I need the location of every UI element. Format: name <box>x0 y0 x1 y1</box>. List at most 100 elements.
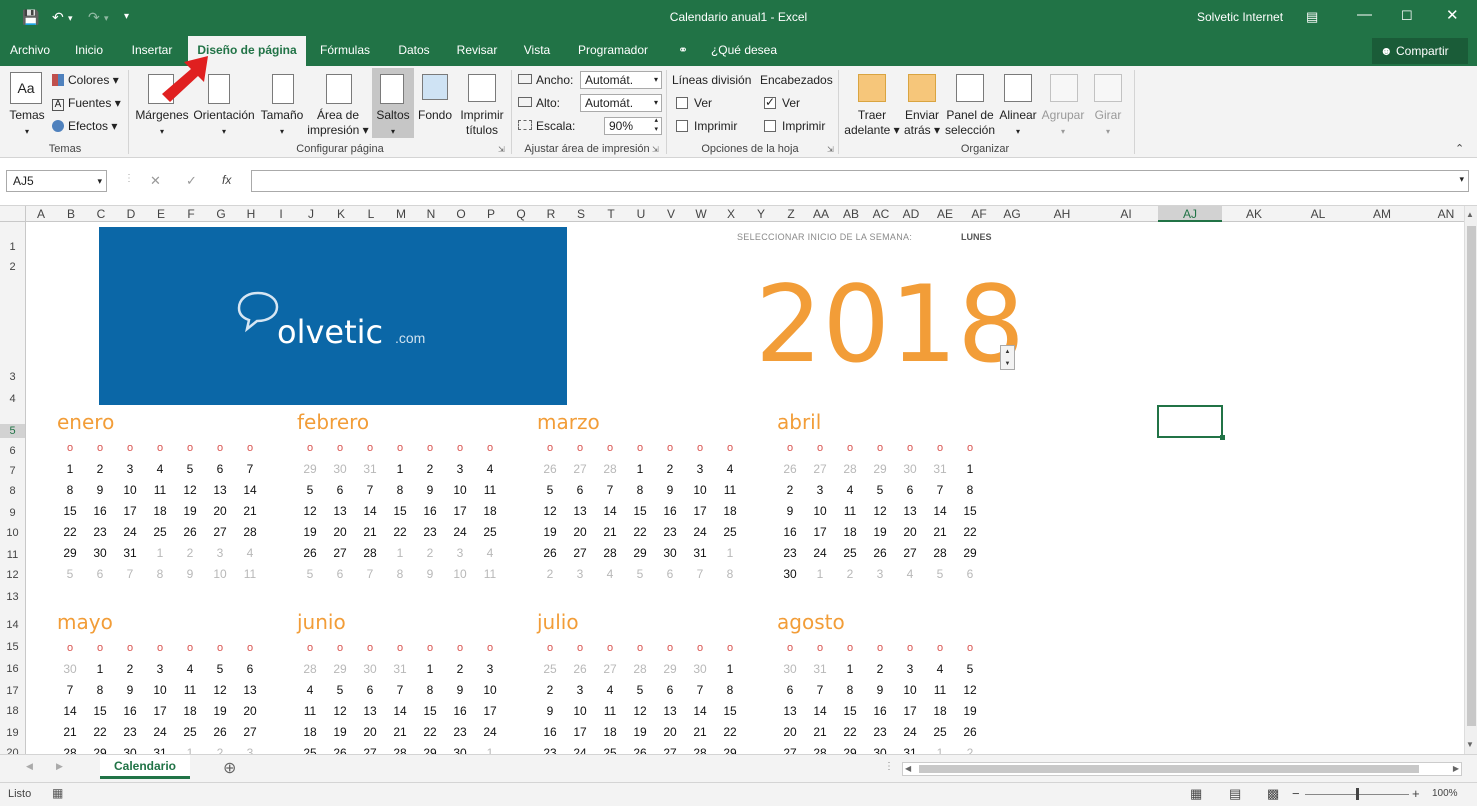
tab-vista[interactable]: Vista <box>516 36 558 66</box>
macro-record-icon[interactable]: ▦ <box>52 786 63 800</box>
zoom-slider-thumb[interactable] <box>1356 788 1359 800</box>
insert-function-icon[interactable]: fx <box>222 173 231 187</box>
column-header[interactable]: E <box>146 206 176 222</box>
horizontal-scroll-thumb[interactable] <box>919 765 1419 773</box>
column-header[interactable]: Q <box>506 206 536 222</box>
add-sheet-icon[interactable]: ⊕ <box>223 758 236 778</box>
worksheet-grid[interactable]: olvetic .com SELECCIONAR INICIO DE LA SE… <box>27 222 1464 754</box>
ribbon-display-icon[interactable]: ▤ <box>1306 9 1318 25</box>
scroll-up-icon[interactable]: ▲ <box>1466 210 1474 219</box>
page-layout-view-icon[interactable]: ▤ <box>1229 786 1241 802</box>
row-header[interactable]: 1 <box>0 240 25 254</box>
gridlines-view-checkbox[interactable]: Ver <box>676 95 712 111</box>
group-button[interactable]: Agrupar ▾ <box>1038 108 1088 139</box>
column-header[interactable]: AL <box>1286 206 1350 222</box>
dialog-launcher-icon[interactable]: ⇲ <box>652 145 659 154</box>
column-header[interactable]: R <box>536 206 566 222</box>
column-header[interactable]: P <box>476 206 506 222</box>
expand-formula-icon[interactable]: ▾ <box>1459 174 1464 185</box>
size-button[interactable]: Tamaño ▾ <box>258 108 306 139</box>
stepper-arrows-icon[interactable]: ▴ ▾ <box>654 116 658 134</box>
column-header[interactable]: J <box>296 206 326 222</box>
sheet-tab-calendario[interactable]: Calendario <box>100 755 190 779</box>
column-header[interactable]: AJ <box>1158 206 1222 222</box>
column-header[interactable]: Z <box>776 206 806 222</box>
selection-pane-button[interactable]: Panel de selección <box>942 108 998 138</box>
scroll-down-icon[interactable]: ▼ <box>1466 740 1474 749</box>
zoom-in-icon[interactable]: + <box>1412 786 1420 801</box>
row-header[interactable]: 20 <box>0 746 25 754</box>
column-header[interactable]: I <box>266 206 296 222</box>
dialog-launcher-icon[interactable]: ⇲ <box>827 145 834 154</box>
column-header[interactable]: AG <box>994 206 1030 222</box>
height-select[interactable]: Automát. ▾ <box>580 94 662 112</box>
row-header[interactable]: 3 <box>0 370 25 384</box>
background-button[interactable]: Fondo <box>416 108 454 123</box>
year-spinner[interactable]: ▲ ▼ <box>1000 345 1015 370</box>
cancel-icon[interactable]: ✕ <box>150 173 161 189</box>
themes-button[interactable]: Temas ▾ <box>2 108 52 139</box>
column-header[interactable]: B <box>56 206 86 222</box>
week-start-value[interactable]: LUNES <box>961 232 992 242</box>
orientation-button[interactable]: Orientación ▾ <box>190 108 258 139</box>
column-header[interactable]: AM <box>1350 206 1414 222</box>
row-header[interactable]: 17 <box>0 684 25 698</box>
tab-inicio[interactable]: Inicio <box>66 36 112 66</box>
page-break-view-icon[interactable]: ▩ <box>1267 786 1279 802</box>
tell-me-search[interactable]: ¿Qué desea hacer? <box>692 36 796 86</box>
column-header[interactable]: AE <box>926 206 964 222</box>
margins-button[interactable]: Márgenes ▾ <box>132 108 192 139</box>
minimize-icon[interactable]: — <box>1357 6 1372 23</box>
enter-icon[interactable]: ✓ <box>186 173 197 189</box>
tab-datos[interactable]: Datos <box>390 36 438 66</box>
row-header[interactable]: 11 <box>0 548 25 562</box>
spin-down-icon[interactable]: ▼ <box>1005 361 1011 367</box>
name-box[interactable]: AJ5 ▾ <box>6 170 107 192</box>
column-header[interactable]: F <box>176 206 206 222</box>
row-header[interactable]: 14 <box>0 618 25 632</box>
column-header[interactable]: AK <box>1222 206 1286 222</box>
bring-forward-button[interactable]: Traer adelante ▾ <box>840 108 904 138</box>
column-header[interactable]: AD <box>896 206 926 222</box>
column-header[interactable]: G <box>206 206 236 222</box>
column-header[interactable]: AI <box>1094 206 1158 222</box>
vertical-scroll-thumb[interactable] <box>1467 226 1476 726</box>
column-header[interactable]: U <box>626 206 656 222</box>
column-header[interactable]: T <box>596 206 626 222</box>
tab-programador[interactable]: Programador <box>570 36 656 66</box>
share-button[interactable]: ☻ Compartir <box>1372 38 1468 64</box>
tab-archivo[interactable]: Archivo <box>0 36 60 66</box>
rotate-button[interactable]: Girar ▾ <box>1088 108 1128 139</box>
breaks-button[interactable]: Saltos ▾ <box>372 108 414 139</box>
zoom-level[interactable]: 100% <box>1432 788 1458 799</box>
row-header[interactable]: 9 <box>0 506 25 520</box>
row-header[interactable]: 13 <box>0 590 25 604</box>
horizontal-scrollbar[interactable]: ◀ ▶ <box>902 762 1462 776</box>
column-header[interactable]: AA <box>806 206 836 222</box>
row-header[interactable]: 10 <box>0 526 25 540</box>
row-header[interactable]: 2 <box>0 260 25 274</box>
row-header[interactable]: 4 <box>0 392 25 406</box>
scale-stepper[interactable]: 90% ▴ ▾ <box>604 117 662 135</box>
column-header[interactable]: H <box>236 206 266 222</box>
row-header[interactable]: 16 <box>0 662 25 676</box>
headings-print-checkbox[interactable]: Imprimir <box>764 118 825 134</box>
row-header[interactable]: 19 <box>0 726 25 740</box>
print-area-button[interactable]: Área de impresión ▾ <box>304 108 372 138</box>
account-name[interactable]: Solvetic Internet <box>1197 10 1283 24</box>
collapse-ribbon-icon[interactable]: ⌃ <box>1455 142 1464 155</box>
dialog-launcher-icon[interactable]: ⇲ <box>498 145 505 154</box>
normal-view-icon[interactable]: ▦ <box>1190 786 1202 802</box>
column-header[interactable]: N <box>416 206 446 222</box>
print-titles-button[interactable]: Imprimir títulos <box>456 108 508 138</box>
colors-button[interactable]: Colores ▾ <box>52 72 119 88</box>
row-header[interactable]: 18 <box>0 704 25 718</box>
scroll-right-icon[interactable]: ▶ <box>1453 764 1459 773</box>
fonts-button[interactable]: A Fuentes ▾ <box>52 95 121 111</box>
send-backward-button[interactable]: Enviar atrás ▾ <box>900 108 944 138</box>
vertical-scrollbar[interactable]: ▲ ▼ <box>1464 206 1477 754</box>
width-select[interactable]: Automát. ▾ <box>580 71 662 89</box>
gridlines-print-checkbox[interactable]: Imprimir <box>676 118 737 134</box>
column-header[interactable]: C <box>86 206 116 222</box>
formula-input[interactable]: ▾ <box>251 170 1469 192</box>
